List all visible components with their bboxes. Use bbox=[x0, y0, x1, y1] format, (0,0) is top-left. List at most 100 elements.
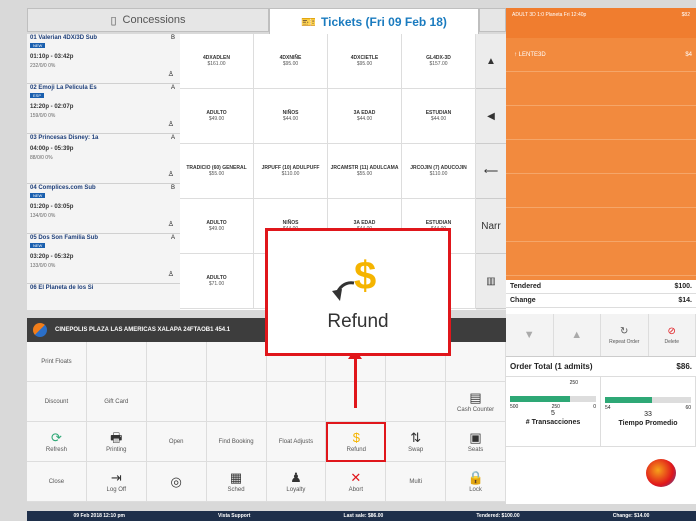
movie-item[interactable]: 06 El Planeta de los Si bbox=[27, 284, 180, 310]
narrative-icon: Narr bbox=[481, 220, 501, 232]
multi-label: Multi bbox=[409, 478, 423, 485]
back-button[interactable]: ⟵ bbox=[476, 144, 506, 199]
refund-callout: $ Refund bbox=[265, 228, 451, 356]
movie-item[interactable]: 05 Dos Son Familia Sub A NEW 03:20p - 05:32… bbox=[27, 234, 180, 284]
scroll-up-button[interactable]: ▲ bbox=[476, 34, 506, 89]
page-left-button[interactable]: ◀ bbox=[476, 89, 506, 144]
sched-button[interactable]: ▦ Sched bbox=[206, 462, 267, 502]
ticket-type-button[interactable]: ADULTO $49.00 bbox=[180, 199, 254, 254]
abort-icon: ✕ bbox=[350, 469, 362, 485]
scroll-up-button[interactable]: ▲ bbox=[554, 314, 601, 356]
tab-concessions[interactable]: ▯ Concessions bbox=[27, 8, 269, 32]
movie-list[interactable]: 01 Valerian 4DX/3D Sub B NEW 01:10p - 03:42… bbox=[27, 34, 180, 310]
movie-rating: B bbox=[170, 185, 175, 191]
print-floats-button[interactable]: Print Floats bbox=[27, 342, 87, 382]
ticket-type-button[interactable]: 4DXNIÑE $95.00 bbox=[254, 34, 328, 89]
swap-label: Swap bbox=[408, 446, 424, 453]
ticket-type-button[interactable]: JRCOJIN (7) ADUCOJIN $110.00 bbox=[402, 144, 476, 199]
movie-item[interactable]: 04 Complices.com Sub B NEW 01:20p - 03:05p 1… bbox=[27, 184, 180, 234]
order-line-label: LENTE3D bbox=[518, 51, 546, 58]
ticket-type-price: $157.00 bbox=[429, 61, 448, 67]
log-off-button[interactable]: ⇥ Log Off bbox=[86, 462, 147, 502]
seats-button[interactable]: ▣ Seats bbox=[446, 422, 506, 462]
discount-button[interactable]: Discount bbox=[27, 382, 87, 422]
print-floats-label: Print Floats bbox=[41, 358, 72, 365]
delete-button[interactable]: ⊘ Delete bbox=[649, 314, 696, 356]
order-line[interactable]: ↑ LENTE3D $4 bbox=[506, 38, 696, 72]
narrative-button[interactable]: Narr bbox=[476, 199, 506, 254]
movie-item[interactable]: 01 Valerian 4DX/3D Sub B NEW 01:10p - 03:42… bbox=[27, 34, 180, 84]
cash-counter-button[interactable]: ▤ Cash Counter bbox=[446, 382, 506, 422]
movie-badge: NEW bbox=[30, 193, 46, 198]
movie-item[interactable]: 02 Emoji La Pelicula Es A ESP 12:20p - 02:0… bbox=[27, 84, 180, 134]
ticket-type-price: $95.00 bbox=[282, 61, 299, 67]
change-label: Change bbox=[510, 297, 536, 304]
ticket-type-button[interactable]: NIÑOS$44.00 bbox=[254, 89, 328, 144]
abort-button[interactable]: ✕ Abort bbox=[326, 462, 387, 502]
order-line-empty bbox=[506, 72, 696, 106]
lock-button[interactable]: 🔒 Lock bbox=[446, 462, 506, 502]
lock-label: Lock bbox=[469, 486, 482, 493]
refresh-button[interactable]: ⟳ Refresh bbox=[27, 422, 87, 462]
movie-rating: A bbox=[170, 235, 175, 241]
ticket-type-price: $95.00 bbox=[356, 61, 373, 67]
float-adjusts-label: Float Adjusts bbox=[278, 438, 314, 445]
avg-time-value: 33 bbox=[644, 411, 652, 418]
transactions-mark: 0 bbox=[593, 404, 596, 410]
tab-tickets-label: Tickets (Fri 09 Feb 18) bbox=[321, 14, 447, 29]
loyalty-button[interactable]: ♟ Loyalty bbox=[266, 462, 327, 502]
concessions-icon: ▯ bbox=[110, 14, 117, 27]
ticket-type-button[interactable]: ESTUDIAN$44.00 bbox=[402, 89, 476, 144]
delete-icon: ⊘ bbox=[667, 325, 676, 337]
swap-button[interactable]: ⇅ Swap bbox=[386, 422, 447, 462]
tab-tickets[interactable]: 🎫 Tickets (Fri 09 Feb 18) bbox=[269, 8, 479, 34]
cinepolis-logo-icon bbox=[33, 323, 47, 337]
ticket-type-price: $49.00 bbox=[208, 116, 225, 122]
calendar-button[interactable]: ▥ bbox=[476, 254, 506, 309]
movie-rating: A bbox=[170, 85, 175, 91]
sched-label: Sched bbox=[227, 486, 245, 493]
ticket-type-button[interactable]: JRCAMSTR (11) ADULCAMA $55.00 bbox=[328, 144, 402, 199]
scroll-down-button[interactable]: ▼ bbox=[506, 314, 554, 356]
movie-occupancy: 133/0/0 0% bbox=[30, 263, 56, 269]
ticket-type-button[interactable]: ADULTO $49.00 bbox=[180, 89, 254, 144]
ticket-type-button[interactable]: 4DXCIETLE $95.00 bbox=[328, 34, 402, 89]
repeat-order-button[interactable]: ↻ Repeat Order bbox=[601, 314, 649, 356]
tendered-label: Tendered bbox=[510, 283, 541, 290]
ticket-type-button[interactable]: 3A EDAD$44.00 bbox=[328, 89, 402, 144]
cash-register-icon: ▤ bbox=[469, 389, 482, 405]
abort-label: Abort bbox=[348, 486, 363, 493]
order-header[interactable]: ADULT 3D 1:0 Planeta Fri 12:40p $82 bbox=[506, 8, 696, 38]
multi-button[interactable]: Multi bbox=[386, 462, 447, 502]
ticket-type-button[interactable]: TRADICIO (60) GENERAL $55.00 bbox=[180, 144, 254, 199]
transactions-stat: 250 500 250 0 5 # Transacciones bbox=[506, 377, 601, 446]
status-item: Vista Support bbox=[218, 513, 251, 519]
order-header-price: $82 bbox=[681, 12, 690, 18]
ticket-type-price: $110.00 bbox=[281, 171, 300, 177]
hands-logo-icon bbox=[646, 459, 676, 487]
refund-label: Refund bbox=[346, 447, 366, 453]
ticket-type-button[interactable]: ADULTO $71.00 bbox=[180, 254, 254, 309]
ticket-type-button[interactable]: 4DXADLEN $161.00 bbox=[180, 34, 254, 89]
camera-icon: ◎ bbox=[170, 474, 182, 489]
movie-rating: B bbox=[170, 35, 175, 41]
cash-counter-label: Cash Counter bbox=[457, 406, 495, 413]
transactions-bar bbox=[510, 396, 596, 402]
open-button[interactable]: Open bbox=[146, 422, 207, 462]
movie-occupancy: 232/0/0 0% bbox=[30, 63, 56, 69]
close-button[interactable]: Close bbox=[27, 462, 87, 502]
ticket-type-price: $161.00 bbox=[207, 61, 226, 67]
gift-card-button[interactable]: Gift Card bbox=[86, 382, 147, 422]
seats-label: Seats bbox=[467, 446, 484, 453]
movie-time: 04:00p - 05:39p bbox=[30, 146, 74, 152]
ticket-icon: 🎫 bbox=[301, 14, 317, 29]
find-booking-button[interactable]: Find Booking bbox=[206, 422, 267, 462]
ticket-type-button[interactable]: JRPUFF (10) ADULPUFF $110.00 bbox=[254, 144, 328, 199]
printing-button[interactable]: 🖶 Printing bbox=[86, 422, 147, 462]
refund-button[interactable]: $ Refund bbox=[326, 422, 387, 462]
movie-item[interactable]: 03 Princesas Disney: 1a A 04:00p - 05:39p 8… bbox=[27, 134, 180, 184]
status-item: 09 Feb 2018 12:10 pm bbox=[73, 513, 125, 519]
ticket-type-button[interactable]: GL4DX-3D $157.00 bbox=[402, 34, 476, 89]
close-label: Close bbox=[48, 478, 65, 485]
float-adjusts-button[interactable]: Float Adjusts bbox=[266, 422, 327, 462]
